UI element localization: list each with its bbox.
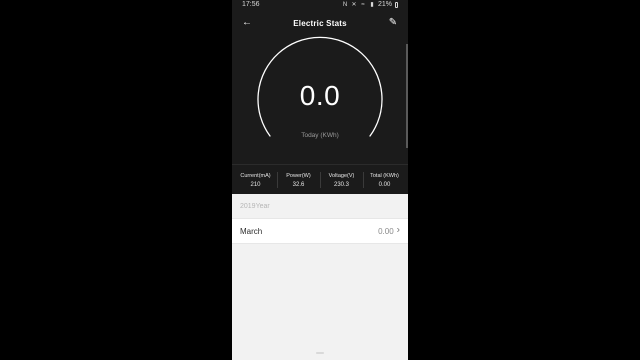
battery-icon: [395, 2, 398, 8]
energy-gauge: 0.0 Today (KWh): [232, 36, 408, 164]
gauge-value: 0.0: [299, 80, 341, 111]
app-header: ← Electric Stats ✎: [232, 10, 408, 36]
month-value-wrap: 0.00 ›: [378, 224, 400, 236]
back-arrow-icon[interactable]: ←: [240, 16, 254, 30]
month-value: 0.00: [378, 226, 394, 236]
stat-value-voltage: 230.3: [333, 181, 349, 188]
mute-icon: ✕: [351, 2, 357, 8]
stat-value-current: 210: [250, 181, 261, 188]
stat-value-total: 0.00: [378, 181, 391, 188]
stat-power: Power(W) 32.6: [277, 165, 320, 195]
history-panel: 2019Year March 0.00 ›: [232, 194, 408, 360]
stat-voltage: Voltage(V) 230.3: [320, 165, 363, 195]
stat-label-power: Power(W): [286, 172, 311, 179]
signal-icon: ▮: [370, 2, 374, 8]
page-title: Electric Stats: [293, 18, 347, 28]
stat-value-power: 32.6: [292, 181, 305, 188]
phone-screen: 17:56 N ✕ ≈ ▮ 21% ← Electric Stats ✎ 0.0…: [232, 0, 408, 360]
stat-label-current: Current(mA): [240, 172, 271, 179]
month-name: March: [240, 226, 263, 236]
nfc-icon: N: [342, 2, 348, 8]
chevron-right-icon: ›: [396, 224, 400, 236]
stat-total: Total (KWh) 0.00: [363, 165, 406, 195]
wifi-icon: ≈: [361, 2, 365, 8]
year-label: 2019Year: [240, 202, 270, 210]
status-icons: N ✕ ≈ ▮ 21%: [342, 0, 398, 10]
stat-label-total: Total (KWh): [370, 172, 399, 179]
home-indicator: [316, 352, 324, 354]
list-item-month[interactable]: March 0.00 ›: [232, 218, 408, 244]
status-time: 17:56: [242, 1, 260, 8]
stat-current: Current(mA) 210: [234, 165, 277, 195]
scrollbar[interactable]: [406, 44, 408, 148]
battery-percent: 21%: [377, 1, 392, 8]
gauge-caption: Today (KWh): [301, 132, 339, 139]
stats-row: Current(mA) 210 Power(W) 32.6 Voltage(V)…: [232, 164, 408, 194]
edit-icon[interactable]: ✎: [386, 16, 400, 30]
status-bar: 17:56 N ✕ ≈ ▮ 21%: [232, 0, 408, 10]
stat-label-voltage: Voltage(V): [328, 172, 355, 179]
